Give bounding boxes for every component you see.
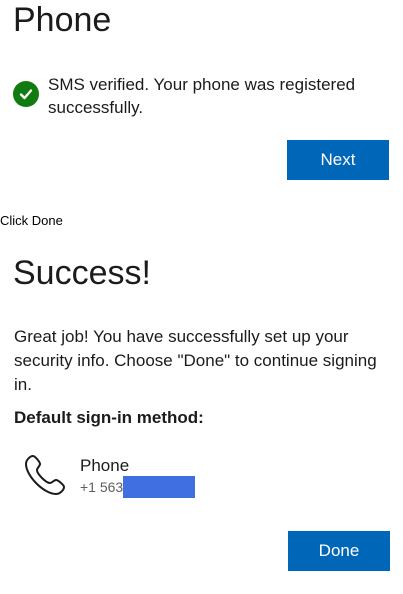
instruction-caption: Click Done: [0, 213, 63, 228]
checkmark-icon: [13, 81, 39, 107]
phone-number: +1 563: [80, 479, 124, 495]
sms-verified-text: SMS verified. Your phone was registered …: [48, 75, 356, 117]
done-button[interactable]: Done: [288, 531, 390, 571]
phone-icon: [22, 452, 68, 498]
default-method-label: Default sign-in method:: [14, 408, 204, 427]
next-button[interactable]: Next: [287, 140, 389, 180]
success-title: Success!: [13, 254, 151, 292]
default-method-item: Phone +1 563: [22, 452, 272, 502]
redacted-number-block: [123, 476, 196, 498]
method-number-row: +1 563: [80, 476, 196, 498]
method-name: Phone: [80, 456, 130, 475]
success-message: Great job! You have successfully set up …: [14, 327, 377, 394]
sms-verified-message: SMS verified. Your phone was registered …: [13, 73, 393, 119]
phone-title: Phone: [13, 1, 112, 39]
